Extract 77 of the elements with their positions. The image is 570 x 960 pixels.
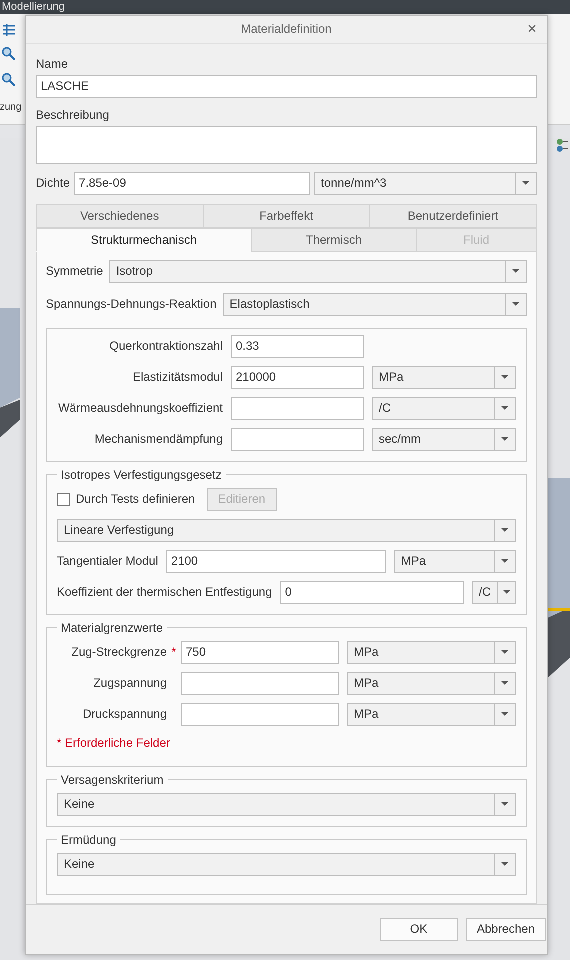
caret-icon xyxy=(501,681,509,686)
caret-icon xyxy=(501,650,509,654)
response-dropdown[interactable]: Elastoplastisch xyxy=(222,292,527,316)
unit-dropdown[interactable]: MPa xyxy=(347,702,516,726)
value-field[interactable]: 750 xyxy=(181,640,339,664)
ribbon-tab[interactable]: Modellierung xyxy=(2,0,65,14)
caret-icon xyxy=(501,437,509,442)
required-note: * Erforderliche Felder xyxy=(57,736,172,750)
dialog-title: Materialdefinition xyxy=(241,22,332,36)
field-label: Koeffizient der thermischen Entfestigung xyxy=(57,585,272,600)
tab[interactable]: Verschiedenes xyxy=(36,204,204,228)
field-label: Druckspannung xyxy=(82,707,167,722)
field-label: Zug-Streckgrenze xyxy=(70,645,167,660)
group-title: Materialgrenzwerte xyxy=(60,620,164,635)
value-field[interactable] xyxy=(231,396,364,420)
field-label: Zugspannung xyxy=(92,676,167,690)
field-label: Querkontraktionszahl xyxy=(108,339,223,354)
caret-icon xyxy=(501,559,509,564)
caret-icon xyxy=(501,406,509,410)
hardening-law-dropdown[interactable]: Lineare Verfestigung xyxy=(57,518,516,542)
field-label: Mechanismendämpfung xyxy=(94,432,223,446)
list-icon[interactable] xyxy=(1,22,17,38)
dialog-button[interactable]: OK xyxy=(380,918,458,941)
value-field[interactable] xyxy=(181,702,339,726)
density-field[interactable]: 7.85e-09 xyxy=(74,172,310,195)
field-label: Elastizitätsmodul xyxy=(132,370,223,384)
unit-dropdown[interactable]: MPa xyxy=(372,366,516,389)
caret-icon xyxy=(501,802,509,806)
close-button[interactable]: × xyxy=(524,20,541,40)
field-label: Name xyxy=(36,56,70,72)
field-label: Tangentialer Modul xyxy=(57,554,158,568)
value-field[interactable]: 0.33 xyxy=(231,334,364,358)
symmetry-dropdown[interactable]: Isotrop xyxy=(109,260,527,283)
unit-dropdown[interactable]: MPa xyxy=(394,550,516,573)
magnifier-icon[interactable] xyxy=(1,46,17,62)
group-title: Ermüdung xyxy=(60,832,118,847)
caret-icon xyxy=(501,528,509,532)
caret-icon xyxy=(501,862,509,866)
unit-dropdown[interactable]: sec/mm xyxy=(372,428,516,451)
caret-icon xyxy=(522,181,530,186)
unit-dropdown[interactable]: MPa xyxy=(347,640,516,664)
caret-icon xyxy=(501,712,509,716)
failure-dropdown[interactable]: Keine xyxy=(57,792,516,816)
caret-icon xyxy=(501,375,509,380)
field-label: Spannungs-Dehnungs-Reaktion xyxy=(46,297,217,312)
caret-icon xyxy=(512,302,520,306)
value-field[interactable] xyxy=(181,672,339,695)
unit-dropdown[interactable]: MPa xyxy=(347,672,516,695)
fatigue-dropdown[interactable]: Keine xyxy=(57,852,516,876)
ribbon-label: zung xyxy=(0,102,22,113)
value-field[interactable] xyxy=(231,428,364,451)
nodes-icon[interactable] xyxy=(556,138,568,154)
field-label: Symmetrie xyxy=(46,264,104,278)
description-field[interactable] xyxy=(36,126,537,164)
caret-icon xyxy=(512,269,520,274)
tab[interactable]: Thermisch xyxy=(251,228,417,252)
group-title: Versagenskriterium xyxy=(60,772,165,787)
unit-dropdown[interactable]: tonne/mm^3 xyxy=(314,172,537,195)
caret-icon xyxy=(502,590,510,594)
group-title: Isotropes Verfestigungsgesetz xyxy=(60,468,223,482)
tab[interactable]: Benutzerdefiniert xyxy=(369,204,538,228)
field-label: Dichte xyxy=(36,176,70,190)
field-label: Wärmeausdehnungskoeffizient xyxy=(57,401,223,416)
checkbox[interactable] xyxy=(57,492,70,506)
magnifier-icon[interactable] xyxy=(1,72,17,88)
unit-dropdown[interactable]: /C xyxy=(372,396,516,420)
required-mark: * xyxy=(170,645,178,660)
field-label: Beschreibung xyxy=(36,106,110,123)
value-field[interactable]: 210000 xyxy=(231,366,364,389)
dialog-button[interactable]: Abbrechen xyxy=(466,918,546,941)
name-field[interactable]: LASCHE xyxy=(36,74,537,98)
tab[interactable]: Farbeffekt xyxy=(202,204,370,228)
checkbox-label: Durch Tests definieren xyxy=(76,492,196,506)
value-field[interactable]: 2100 xyxy=(166,550,386,573)
value-field[interactable]: 0 xyxy=(280,580,464,604)
unit-dropdown[interactable]: /C xyxy=(472,580,516,604)
tab[interactable]: Strukturmechanisch xyxy=(36,228,252,252)
